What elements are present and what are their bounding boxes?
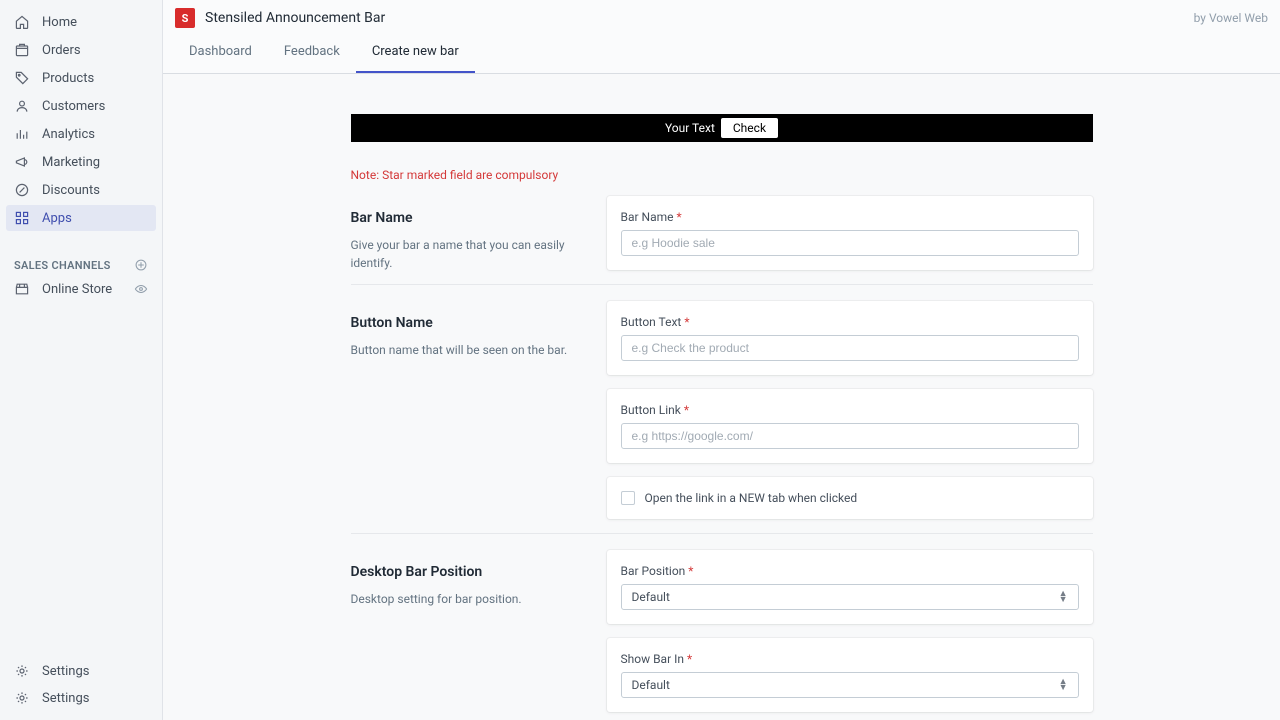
customers-icon [14,98,30,114]
preview-text: Your Text [665,121,715,135]
section-bar-position: Desktop Bar Position Desktop setting for… [351,550,1093,720]
channel-label: Online Store [42,282,112,297]
tab-feedback[interactable]: Feedback [268,34,356,73]
megaphone-icon [14,154,30,170]
bar-position-select[interactable]: Default ▲▼ [621,584,1079,610]
button-text-label: Button Text * [621,315,1079,329]
apps-icon [14,210,30,226]
sidebar-item-label: Orders [42,43,81,58]
discount-icon [14,182,30,198]
preview-bar: Your Text Check [351,114,1093,142]
sidebar-item-products[interactable]: Products [6,65,156,91]
sidebar-item-settings-1[interactable]: Settings [6,658,156,684]
sidebar-item-customers[interactable]: Customers [6,93,156,119]
gear-icon [14,663,30,679]
chevron-updown-icon: ▲▼ [1059,591,1068,603]
app-title: S Stensiled Announcement Bar [175,8,385,28]
section-title: Button Name [351,315,587,331]
main-content: S Stensiled Announcement Bar by Vowel We… [162,0,1280,720]
sidebar-item-label: Home [42,15,77,30]
sidebar-item-settings-2[interactable]: Settings [6,685,156,711]
section-button-name: Button Name Button name that will be see… [351,301,1093,534]
card-button-text: Button Text * [607,301,1093,375]
sidebar-item-discounts[interactable]: Discounts [6,177,156,203]
select-value: Default [632,678,670,692]
sidebar-item-label: Customers [42,99,105,114]
chevron-updown-icon: ▲▼ [1059,679,1068,691]
gear-icon [14,690,30,706]
card-button-link: Button Link * [607,389,1093,463]
select-value: Default [632,590,670,604]
button-link-label: Button Link * [621,403,1079,417]
byline: by Vowel Web [1194,11,1268,25]
channel-online-store[interactable]: Online Store [6,276,156,302]
card-new-tab: Open the link in a NEW tab when clicked [607,477,1093,519]
preview-button[interactable]: Check [721,118,778,138]
button-text-input[interactable] [621,335,1079,361]
sidebar-item-label: Discounts [42,183,100,198]
show-bar-in-select[interactable]: Default ▲▼ [621,672,1079,698]
sidebar-item-analytics[interactable]: Analytics [6,121,156,147]
sidebar-item-label: Analytics [42,127,95,142]
home-icon [14,14,30,30]
tab-create-new-bar[interactable]: Create new bar [356,34,475,73]
sidebar-item-label: Products [42,71,94,86]
sidebar-item-apps[interactable]: Apps [6,205,156,231]
section-title: Desktop Bar Position [351,564,587,580]
checkbox-label: Open the link in a NEW tab when clicked [645,491,858,505]
sidebar: Home Orders Products Customers Analytics… [0,0,162,720]
section-desc: Give your bar a name that you can easily… [351,236,587,272]
sidebar-item-label: Marketing [42,155,100,170]
section-desc: Desktop setting for bar position. [351,590,587,608]
card-bar-name: Bar Name * [607,196,1093,270]
button-link-input[interactable] [621,423,1079,449]
section-bar-name: Bar Name Give your bar a name that you c… [351,196,1093,285]
topbar: S Stensiled Announcement Bar by Vowel We… [163,0,1280,34]
sidebar-item-label: Settings [42,664,89,679]
app-title-text: Stensiled Announcement Bar [205,10,385,26]
sidebar-item-label: Settings [42,691,89,706]
sidebar-item-label: Apps [42,211,72,226]
tag-icon [14,70,30,86]
sidebar-item-marketing[interactable]: Marketing [6,149,156,175]
tab-dashboard[interactable]: Dashboard [173,34,268,73]
card-show-bar-in: Show Bar In * Default ▲▼ [607,638,1093,712]
section-desc: Button name that will be seen on the bar… [351,341,587,359]
analytics-icon [14,126,30,142]
orders-icon [14,42,30,58]
card-bar-position: Bar Position * Default ▲▼ [607,550,1093,624]
section-title: Bar Name [351,210,587,226]
bar-name-label: Bar Name * [621,210,1079,224]
sales-channels-header: SALES CHANNELS [6,250,156,276]
sidebar-item-home[interactable]: Home [6,9,156,35]
app-logo-icon: S [175,8,195,28]
bar-name-input[interactable] [621,230,1079,256]
bar-position-label: Bar Position * [621,564,1079,578]
show-bar-in-label: Show Bar In * [621,652,1079,666]
form-content: Your Text Check Note: Star marked field … [163,74,1280,720]
tabs: Dashboard Feedback Create new bar [163,34,1280,74]
new-tab-checkbox[interactable] [621,491,635,505]
sales-channels-label: SALES CHANNELS [14,259,111,272]
store-icon [14,281,30,297]
eye-icon[interactable] [134,282,148,296]
add-channel-icon[interactable] [134,258,148,272]
required-note: Note: Star marked field are compulsory [351,168,1093,182]
sidebar-item-orders[interactable]: Orders [6,37,156,63]
